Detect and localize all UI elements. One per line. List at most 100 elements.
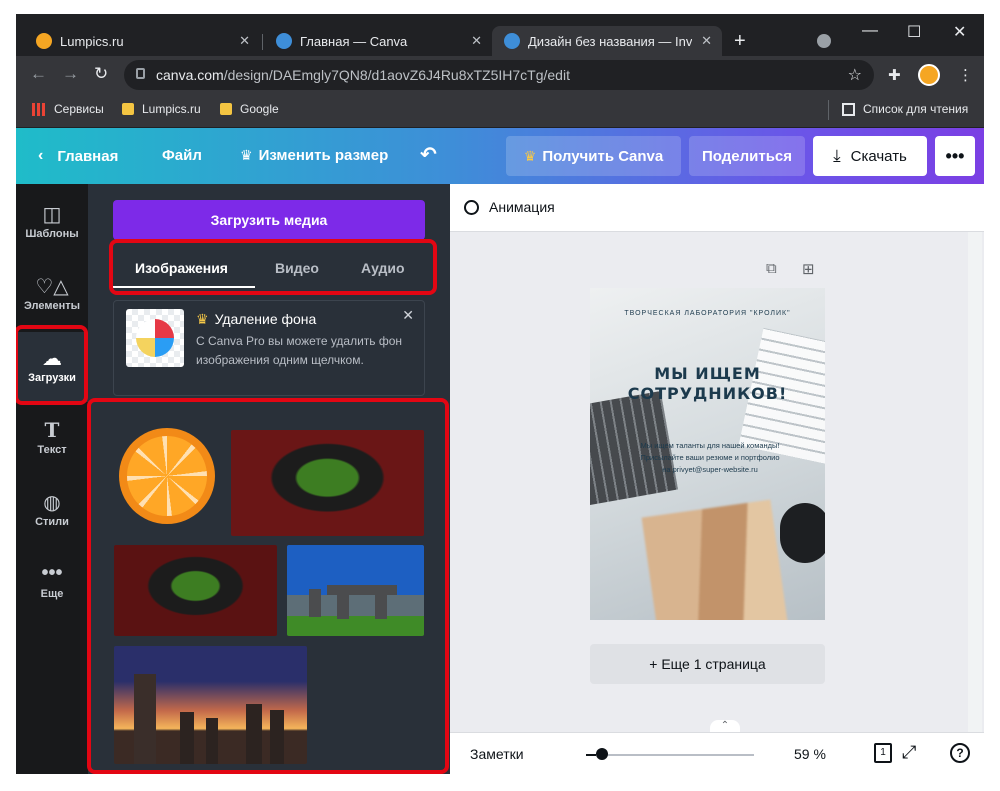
reading-list-icon [842,102,855,116]
sidebar-item-templates[interactable]: ◫ Шаблоны [16,188,88,258]
maximize-icon[interactable]: ☐ [907,22,921,42]
background-remover-promo: ♛ Удаление фона С Canva Pro вы можете уда… [113,300,425,396]
tab-title: Дизайн без названия — Invitat [528,33,692,49]
bookmark-label: Lumpics.ru [142,102,201,116]
extensions-puzzle-icon[interactable]: ✚ [888,66,901,84]
minimize-icon[interactable]: — [862,22,878,40]
help-button[interactable]: ? [950,743,970,763]
animation-icon [464,199,479,215]
tab-audio[interactable]: Аудио [361,260,405,276]
share-button[interactable]: Поделиться [689,136,805,176]
sidebar-item-uploads[interactable]: ☁ Загрузки [16,332,88,402]
reading-list[interactable]: Список для чтения [842,102,968,116]
sidebar-item-more[interactable]: ••• Еще [16,548,88,618]
text-icon: T [44,418,60,442]
bookmark-star-icon[interactable]: ☆ [848,65,862,85]
bookmark-google[interactable]: Google [220,102,279,116]
canva-sidebar: ◫ Шаблоны ♡△ Элементы ☁ Загрузки T Текст… [16,184,88,774]
undo-icon[interactable]: ↶ [420,142,437,167]
back-arrow-icon[interactable]: ← [30,64,47,84]
stone-shape [337,593,349,619]
editor-area: Анимация ⧉ ⊞ ТВОРЧЕСКАЯ ЛАБОРАТОРИЯ "КРО… [450,184,984,774]
zoom-out-icon[interactable] [586,754,596,756]
more-dots-icon: ••• [945,145,965,166]
uploaded-image-mask-1[interactable] [231,430,424,536]
browser-tab-canva-home[interactable]: Главная — Canva ✕ [264,26,492,56]
vertical-scrollbar[interactable] [968,232,982,742]
sidebar-item-label: Еще [40,588,64,600]
add-page-button[interactable]: + Еще 1 страница [590,644,825,684]
file-label: Файл [162,147,202,164]
fullscreen-icon[interactable]: ⤢ [902,742,916,763]
new-tab-icon[interactable]: + [734,30,746,53]
design-body-text[interactable]: Мы ищем таланты для нашей команды! Присы… [640,440,780,476]
uploaded-image-stonehenge-1[interactable] [287,545,424,636]
profile-avatar[interactable] [918,64,940,86]
notes-button[interactable]: Заметки [470,746,524,762]
promo-title-text: Удаление фона [214,311,317,327]
get-canva-pro-button[interactable]: ♛ Получить Canva [506,136,681,176]
upload-media-button[interactable]: Загрузить медиа [113,200,425,240]
browser-toolbar: ← → ↻ canva.com/design/DAEmgly7QN8/d1aov… [16,56,984,92]
reading-list-label: Список для чтения [863,102,969,116]
browser-tab-design[interactable]: Дизайн без названия — Invitat ✕ [492,26,722,56]
tab-title: Lumpics.ru [60,33,124,49]
reload-icon[interactable]: ↻ [94,64,108,84]
zoom-slider-handle[interactable] [596,748,608,760]
tab-strip: Lumpics.ru ✕ Главная — Canva ✕ Дизайн бе… [16,14,984,56]
close-tab-icon[interactable]: ✕ [239,33,250,49]
home-link[interactable]: ‹ Главная [38,147,118,165]
download-label: Скачать [850,147,907,165]
canva-favicon-icon [504,33,520,49]
resize-button[interactable]: ♛ Изменить размер [240,147,388,164]
address-bar[interactable]: canva.com/design/DAEmgly7QN8/d1aovZ6J4Ru… [124,60,874,90]
tab-search-icon[interactable] [817,34,831,48]
sidebar-item-styles[interactable]: ◍ Стили [16,476,88,546]
bookmarks-bar: Сервисы Lumpics.ru Google Список для чте… [16,92,984,128]
uploaded-image-mask-2[interactable] [114,545,277,636]
promo-title: ♛ Удаление фона [196,311,316,328]
more-options-button[interactable]: ••• [935,136,975,176]
page-count-button[interactable]: 1 [874,743,892,763]
stone-shape [134,674,156,764]
share-label: Поделиться [701,147,793,165]
canva-favicon-icon [276,33,292,49]
design-subtitle[interactable]: ТВОРЧЕСКАЯ ЛАБОРАТОРИЯ "КРОЛИК" [590,310,825,317]
animation-button[interactable]: Анимация [464,199,555,215]
zoom-slider-track[interactable] [598,754,754,756]
zoom-level[interactable]: 59 % [794,746,826,762]
lumpics-favicon-icon [36,33,52,49]
tab-video[interactable]: Видео [275,260,319,276]
uploaded-image-orange[interactable] [119,428,215,524]
uploads-panel: Загрузить медиа Изображения Видео Аудио … [88,184,450,774]
bookmark-label: Сервисы [54,102,104,116]
design-title[interactable]: МЫ ИЩЕМ СОТРУДНИКОВ! [590,364,825,404]
uploaded-image-stonehenge-2[interactable] [114,646,307,764]
sidebar-item-label: Текст [37,444,67,456]
close-window-icon[interactable]: ✕ [953,22,966,42]
add-page-icon[interactable]: ⊞ [802,260,815,278]
sidebar-item-label: Стили [35,516,69,528]
sidebar-item-text[interactable]: T Текст [16,404,88,474]
browser-menu-icon[interactable]: ⋮ [958,66,973,84]
download-button[interactable]: ⤓ Скачать [813,136,927,176]
close-promo-icon[interactable]: ✕ [402,307,414,324]
bookmark-apps[interactable]: Сервисы [32,102,104,116]
bookmark-lumpics[interactable]: Lumpics.ru [122,102,201,116]
palette-icon: ◍ [43,492,61,514]
more-dots-icon: ••• [41,562,63,584]
design-page[interactable]: ТВОРЧЕСКАЯ ЛАБОРАТОРИЯ "КРОЛИК" МЫ ИЩЕМ … [590,288,825,620]
browser-tab-lumpics[interactable]: Lumpics.ru ✕ [24,26,260,56]
templates-icon: ◫ [42,204,62,226]
active-tab-indicator [113,286,255,288]
sidebar-item-label: Элементы [23,300,81,312]
tab-images[interactable]: Изображения [135,260,228,276]
sidebar-item-elements[interactable]: ♡△ Элементы [16,260,88,330]
forward-arrow-icon[interactable]: → [62,64,79,84]
tab-separator [262,34,263,50]
close-tab-icon[interactable]: ✕ [471,33,482,49]
file-menu[interactable]: Файл [162,147,202,164]
tab-title: Главная — Canva [300,33,408,49]
close-tab-icon[interactable]: ✕ [701,33,712,49]
duplicate-page-icon[interactable]: ⧉ [766,260,777,277]
